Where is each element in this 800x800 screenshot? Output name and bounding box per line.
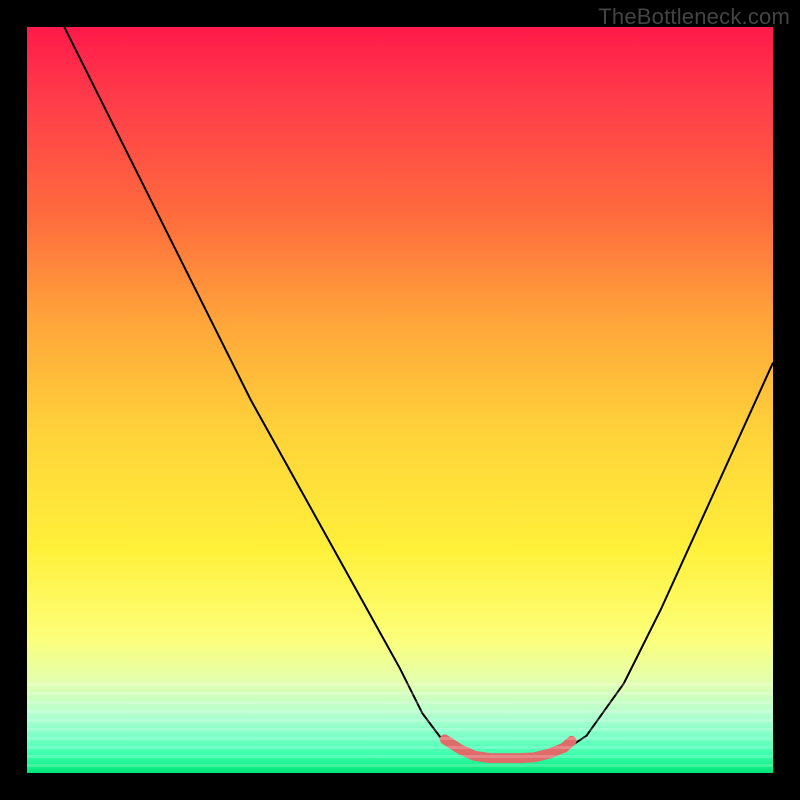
chart-svg [27, 27, 773, 773]
chart-plot-area [27, 27, 773, 773]
watermark-text: TheBottleneck.com [598, 4, 790, 30]
optimal-range-marker [445, 739, 572, 758]
bottleneck-curve [64, 27, 773, 758]
